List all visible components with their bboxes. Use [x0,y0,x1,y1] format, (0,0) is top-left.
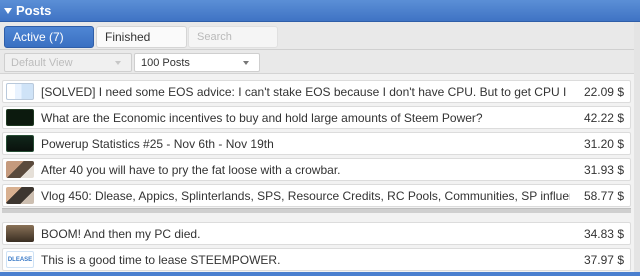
list-item[interactable]: BOOM! And then my PC died. 34.83 $ [2,222,631,245]
post-payout: 58.77 $ [583,188,624,203]
list-item[interactable]: After 40 you will have to pry the fat lo… [2,158,631,181]
panel-title: Posts [16,3,52,18]
post-payout: 31.20 $ [583,136,624,151]
post-payout: 31.93 $ [583,162,624,177]
post-count-select[interactable]: 100 Posts [134,53,260,72]
view-select[interactable]: Default View [4,53,132,72]
tab-active[interactable]: Active (7) [4,26,94,48]
tab-bar: Active (7) Finished Search [0,22,640,50]
search-input[interactable]: Search [188,26,278,48]
post-thumbnail: DLEASE [6,251,34,268]
post-title[interactable]: This is a good time to lease STEEMPOWER. [41,253,570,267]
list-item[interactable]: Vlog 450: Dlease, Appics, Splinterlands,… [2,184,631,207]
post-payout: 22.09 $ [583,84,624,99]
list-item[interactable]: DLEASE This is a good time to lease STEE… [2,248,631,271]
list-item[interactable]: What are the Economic incentives to buy … [2,106,631,129]
chevron-down-icon [115,61,121,65]
posts-panel-header[interactable]: Posts [0,0,640,22]
post-thumbnail [6,187,34,204]
list-divider [2,208,631,213]
post-title[interactable]: What are the Economic incentives to buy … [41,111,570,125]
post-title[interactable]: After 40 you will have to pry the fat lo… [41,163,570,177]
post-thumbnail [6,135,34,152]
post-thumbnail [6,225,34,242]
post-payout: 34.83 $ [583,226,624,241]
panel-footer-bar [0,272,640,276]
list-item[interactable]: Powerup Statistics #25 - Nov 6th - Nov 1… [2,132,631,155]
post-thumbnail [6,161,34,178]
post-thumbnail [6,109,34,126]
chevron-down-icon [243,61,249,65]
filter-bar: Default View 100 Posts [0,50,640,74]
post-title[interactable]: Powerup Statistics #25 - Nov 6th - Nov 1… [41,137,570,151]
post-title[interactable]: [SOLVED] I need some EOS advice: I can't… [41,85,570,99]
view-select-value: Default View [11,56,73,69]
post-title[interactable]: Vlog 450: Dlease, Appics, Splinterlands,… [41,189,570,203]
post-payout: 42.22 $ [583,110,624,125]
collapse-triangle-icon[interactable] [4,7,12,14]
post-count-value: 100 Posts [141,56,190,69]
list-item[interactable]: [SOLVED] I need some EOS advice: I can't… [2,80,631,103]
scrollbar[interactable] [634,22,640,272]
post-title[interactable]: BOOM! And then my PC died. [41,227,570,241]
post-thumbnail [6,83,34,100]
post-payout: 37.97 $ [583,252,624,267]
tab-finished[interactable]: Finished [96,26,187,48]
